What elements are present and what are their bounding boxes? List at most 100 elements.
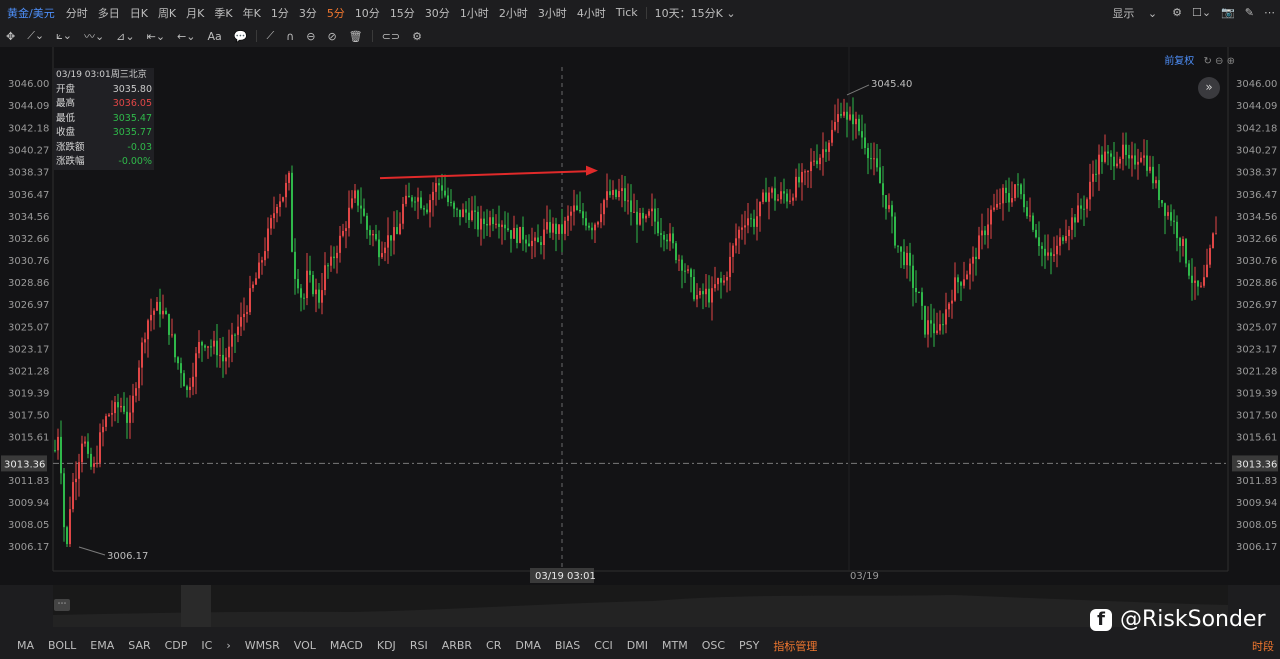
trash-icon[interactable]: 🗑	[343, 30, 369, 43]
tab-timeframe-4h[interactable]: 4小时	[572, 5, 611, 21]
measure-tool-icon[interactable]: ⇤⌄	[141, 30, 171, 43]
indicator-dmi[interactable]: DMI	[620, 639, 655, 652]
candle-body	[783, 191, 785, 194]
indicator-macd[interactable]: MACD	[323, 639, 370, 652]
candle-body	[948, 303, 950, 310]
jump-latest-button[interactable]: »	[1198, 77, 1220, 99]
candle-body	[276, 206, 278, 214]
tab-timeframe-year[interactable]: 年K	[238, 5, 266, 21]
candle-body	[93, 463, 95, 467]
chevron-right-icon[interactable]: ›	[219, 639, 237, 652]
candle-body	[876, 158, 878, 168]
brush-icon[interactable]: ⟋	[260, 29, 280, 43]
candle-body	[111, 413, 113, 415]
tab-timeframe-15m[interactable]: 15分	[385, 5, 420, 21]
indicator-mtm[interactable]: MTM	[655, 639, 695, 652]
range-select[interactable]: 10天：15分K ⌄	[650, 5, 741, 21]
candle-body	[108, 414, 110, 417]
tab-timeframe-multiday[interactable]: 多日	[93, 5, 125, 21]
tab-timeframe-month[interactable]: 月K	[181, 5, 209, 21]
indicator-ma[interactable]: MA	[0, 639, 41, 652]
settings-icon[interactable]: ⚙	[1172, 6, 1182, 19]
tab-timeframe-tick[interactable]: Tick	[611, 6, 643, 19]
indicator-sar[interactable]: SAR	[121, 639, 157, 652]
indicator-psy[interactable]: PSY	[732, 639, 766, 652]
tab-timeframe-2h[interactable]: 2小时	[494, 5, 533, 21]
navigator-handle[interactable]	[181, 585, 211, 627]
candle-body	[459, 209, 461, 217]
candle-body	[306, 270, 308, 299]
lock-icon[interactable]: ⊖	[300, 30, 321, 43]
indicator-rsi[interactable]: RSI	[403, 639, 435, 652]
gear-icon[interactable]: ⚙	[406, 30, 428, 43]
indicator-bias[interactable]: BIAS	[548, 639, 587, 652]
candle-body	[702, 291, 704, 295]
candle-body	[828, 142, 830, 152]
pen-icon[interactable]: ✎	[1245, 6, 1254, 19]
candle-body	[327, 265, 329, 267]
navigator-strip[interactable]	[53, 585, 1228, 627]
tab-timeframe-30m[interactable]: 30分	[420, 5, 455, 21]
wave-tool-icon[interactable]: 〰⌄	[78, 28, 110, 44]
indicator-cdp[interactable]: CDP	[158, 639, 195, 652]
indicator-osc[interactable]: OSC	[695, 639, 732, 652]
period-button[interactable]: 时段	[1252, 638, 1274, 654]
indicator-cci[interactable]: CCI	[587, 639, 620, 652]
indicator-kdj[interactable]: KDJ	[370, 639, 403, 652]
more-icon[interactable]: ⋯	[1264, 6, 1275, 19]
candle-body	[813, 160, 815, 162]
candle-body	[930, 320, 932, 324]
channel-tool-icon[interactable]: ⟀⌄	[50, 29, 78, 43]
fib-tool-icon[interactable]: ⊿⌄	[110, 30, 140, 43]
line-tool-icon[interactable]: ⟋⌄	[21, 29, 50, 43]
tab-timeframe-1h[interactable]: 1小时	[455, 5, 494, 21]
top-right-controls: 显示 ⌄ ⚙ ☐⌄ 📷 ✎ ⋯	[1102, 0, 1280, 25]
y-tick-label-left: 3044.09	[8, 101, 49, 112]
comment-icon[interactable]: 💬	[228, 30, 254, 43]
candle-body	[714, 284, 716, 289]
candle-body	[135, 388, 137, 396]
tab-timeframe-10m[interactable]: 10分	[350, 5, 385, 21]
magnet-icon[interactable]: ∩	[280, 30, 300, 43]
display-menu[interactable]: 显示 ⌄	[1107, 5, 1162, 21]
indicator-wmsr[interactable]: WMSR	[238, 639, 287, 652]
hide-icon[interactable]: ⊘	[321, 30, 342, 43]
link-icon[interactable]: ⊂⊃	[376, 30, 406, 43]
candle-body	[90, 453, 92, 467]
info-label: 收盘	[56, 127, 76, 138]
candle-body	[438, 183, 440, 186]
tab-timeframe-5m[interactable]: 5分	[322, 5, 350, 21]
tab-timeframe-week[interactable]: 周K	[153, 5, 181, 21]
arrow-tool-icon[interactable]: ←⌄	[171, 30, 201, 43]
candle-body	[576, 205, 578, 210]
indicator-dma[interactable]: DMA	[508, 639, 548, 652]
navigator-menu-icon[interactable]: ⋯	[54, 599, 70, 611]
text-tool[interactable]: Aa	[201, 30, 227, 43]
tab-timeframe-1m[interactable]: 1分	[266, 5, 294, 21]
plot-area[interactable]	[53, 47, 1228, 575]
indicator-cr[interactable]: CR	[479, 639, 508, 652]
indicator-ic[interactable]: IC	[194, 639, 219, 652]
layout-checkbox-icon[interactable]: ☐⌄	[1192, 6, 1211, 19]
candlestick-chart[interactable]: 3046.00 3046.00 3044.09 3044.09 3042.18 3042.…	[0, 47, 1280, 585]
candle-body	[867, 147, 869, 159]
camera-icon[interactable]: 📷	[1221, 6, 1235, 19]
tab-timeframe-3h[interactable]: 3小时	[533, 5, 572, 21]
symbol-selector[interactable]: 黄金/美元	[0, 5, 61, 21]
indicator-vol[interactable]: VOL	[287, 639, 323, 652]
crosshair-move-icon[interactable]: ✥	[0, 30, 21, 43]
indicator-boll[interactable]: BOLL	[41, 639, 83, 652]
indicator-manager-button[interactable]: 指标管理	[766, 638, 824, 654]
adjust-mode-button[interactable]: 前复权 ↻ ⊖ ⊕	[1164, 52, 1235, 67]
indicator-arbr[interactable]: ARBR	[435, 639, 479, 652]
candle-body	[708, 288, 710, 303]
tab-timeframe-3m[interactable]: 3分	[294, 5, 322, 21]
indicator-ema[interactable]: EMA	[83, 639, 121, 652]
candle-body	[267, 228, 269, 252]
tab-timeframe-day[interactable]: 日K	[125, 5, 153, 21]
candle-body	[246, 312, 248, 314]
tab-timeframe-quarter[interactable]: 季K	[209, 5, 237, 21]
candle-body	[1092, 173, 1094, 182]
reset-icon[interactable]: ↻ ⊖ ⊕	[1204, 56, 1236, 67]
tab-timeframe-minute[interactable]: 分时	[61, 5, 93, 21]
